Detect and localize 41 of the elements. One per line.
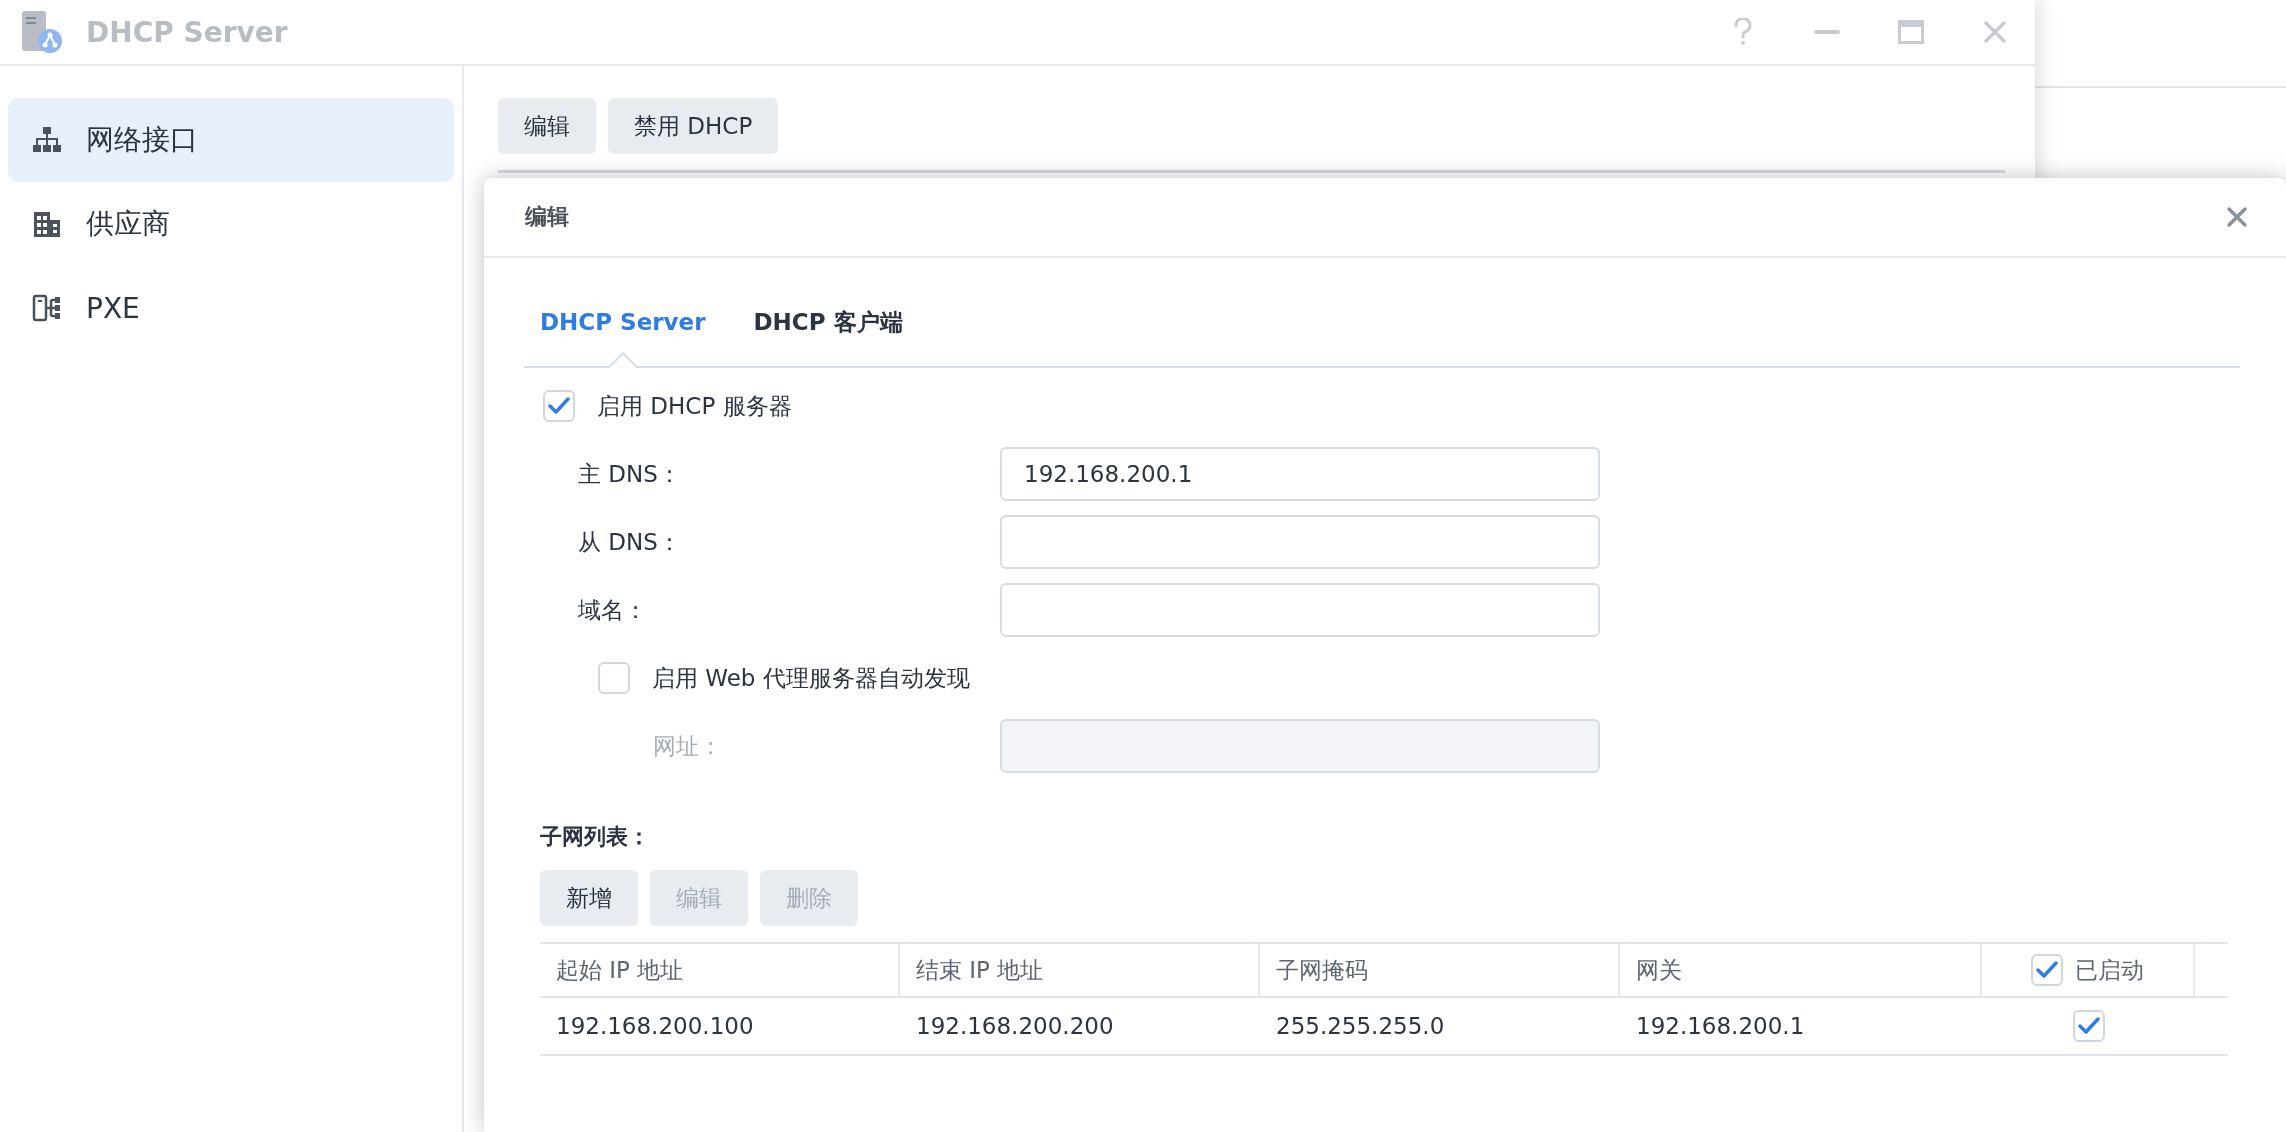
table-cell: 192.168.200.200	[900, 998, 1260, 1056]
network-icon	[32, 125, 62, 155]
input-field[interactable]	[1000, 583, 1600, 637]
checkbox-label: 启用 Web 代理服务器自动发现	[652, 663, 970, 693]
input-field[interactable]	[1000, 515, 1600, 569]
table-cell: 192.168.200.100	[540, 998, 900, 1056]
toolbar-button[interactable]: 禁用 DHCP	[608, 98, 779, 154]
input-field[interactable]: 192.168.200.1	[1000, 447, 1600, 501]
check-icon	[2077, 1017, 2100, 1035]
sidebar-item[interactable]: 网络接口	[8, 98, 454, 182]
toolbar-button[interactable]: 编辑	[498, 98, 596, 154]
column-header: 子网掩码	[1260, 942, 1620, 998]
tab[interactable]: DHCP Server	[540, 278, 706, 366]
tab[interactable]: DHCP 客户端	[753, 278, 903, 366]
table-cell: 192.168.200.1	[1620, 998, 1982, 1056]
checkbox-label: 启用 DHCP 服务器	[597, 391, 792, 421]
check-icon	[548, 397, 570, 415]
sidebar-item[interactable]: PXE	[8, 266, 454, 350]
close-icon[interactable]	[2226, 206, 2248, 228]
window-title: DHCP Server	[86, 15, 289, 49]
toolbar-button[interactable]: 新增	[540, 870, 638, 926]
section-title: 子网列表：	[539, 823, 651, 851]
checkbox[interactable]	[2072, 1010, 2105, 1042]
dialog-title: 编辑	[525, 203, 569, 231]
column-header: 起始 IP 地址	[540, 942, 900, 998]
checkbox[interactable]	[598, 662, 630, 694]
column-header: 结束 IP 地址	[900, 942, 1260, 998]
building-icon	[32, 209, 62, 239]
app-icon	[20, 9, 64, 55]
column-header: 已启动	[2075, 955, 2144, 985]
check-icon	[2036, 961, 2058, 979]
server-branch-icon	[32, 293, 62, 323]
field-label: 主 DNS：	[578, 459, 682, 489]
column-header: 网关	[1620, 942, 1982, 998]
field-label: 网址：	[653, 731, 723, 761]
sidebar-item[interactable]: 供应商	[8, 182, 454, 266]
field-label: 从 DNS：	[578, 527, 682, 557]
table-cell: 255.255.255.0	[1260, 998, 1620, 1056]
checkbox[interactable]	[543, 390, 575, 422]
field-label: 域名：	[578, 595, 648, 625]
checkbox[interactable]	[2031, 954, 2063, 986]
